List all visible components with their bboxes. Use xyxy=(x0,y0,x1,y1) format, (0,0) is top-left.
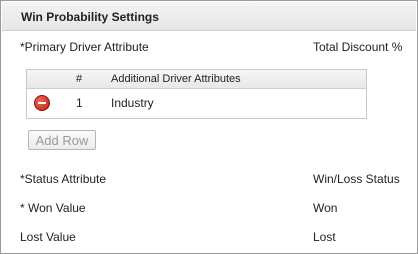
won-value-field[interactable] xyxy=(176,199,296,215)
row-number: 1 xyxy=(76,96,83,110)
won-value-label: * Won Value xyxy=(20,201,86,215)
table-header: # Additional Driver Attributes xyxy=(27,70,366,89)
additional-driver-table: # Additional Driver Attributes 1 Industr… xyxy=(26,69,367,119)
primary-driver-value[interactable]: Total Discount % xyxy=(313,40,402,54)
win-probability-panel: Win Probability Settings *Primary Driver… xyxy=(0,0,418,254)
remove-icon[interactable] xyxy=(34,95,50,111)
status-attribute-field[interactable] xyxy=(176,170,296,186)
column-header-number: # xyxy=(76,73,83,85)
lost-value-label: Lost Value xyxy=(20,230,76,244)
add-row-button[interactable]: Add Row xyxy=(28,130,96,150)
section-header: Win Probability Settings xyxy=(2,2,416,31)
lost-value-value[interactable]: Lost xyxy=(313,230,336,244)
won-value-value[interactable]: Won xyxy=(313,201,337,215)
row-attribute[interactable]: Industry xyxy=(111,96,154,110)
status-attribute-value[interactable]: Win/Loss Status xyxy=(313,172,400,186)
primary-driver-label: *Primary Driver Attribute xyxy=(20,40,149,54)
section-title: Win Probability Settings xyxy=(21,10,159,24)
status-attribute-label: *Status Attribute xyxy=(20,172,107,186)
column-header-attributes: Additional Driver Attributes xyxy=(111,73,241,85)
lost-value-field[interactable] xyxy=(176,228,296,244)
primary-driver-field[interactable] xyxy=(176,38,296,54)
table-row: 1 Industry xyxy=(27,89,366,118)
